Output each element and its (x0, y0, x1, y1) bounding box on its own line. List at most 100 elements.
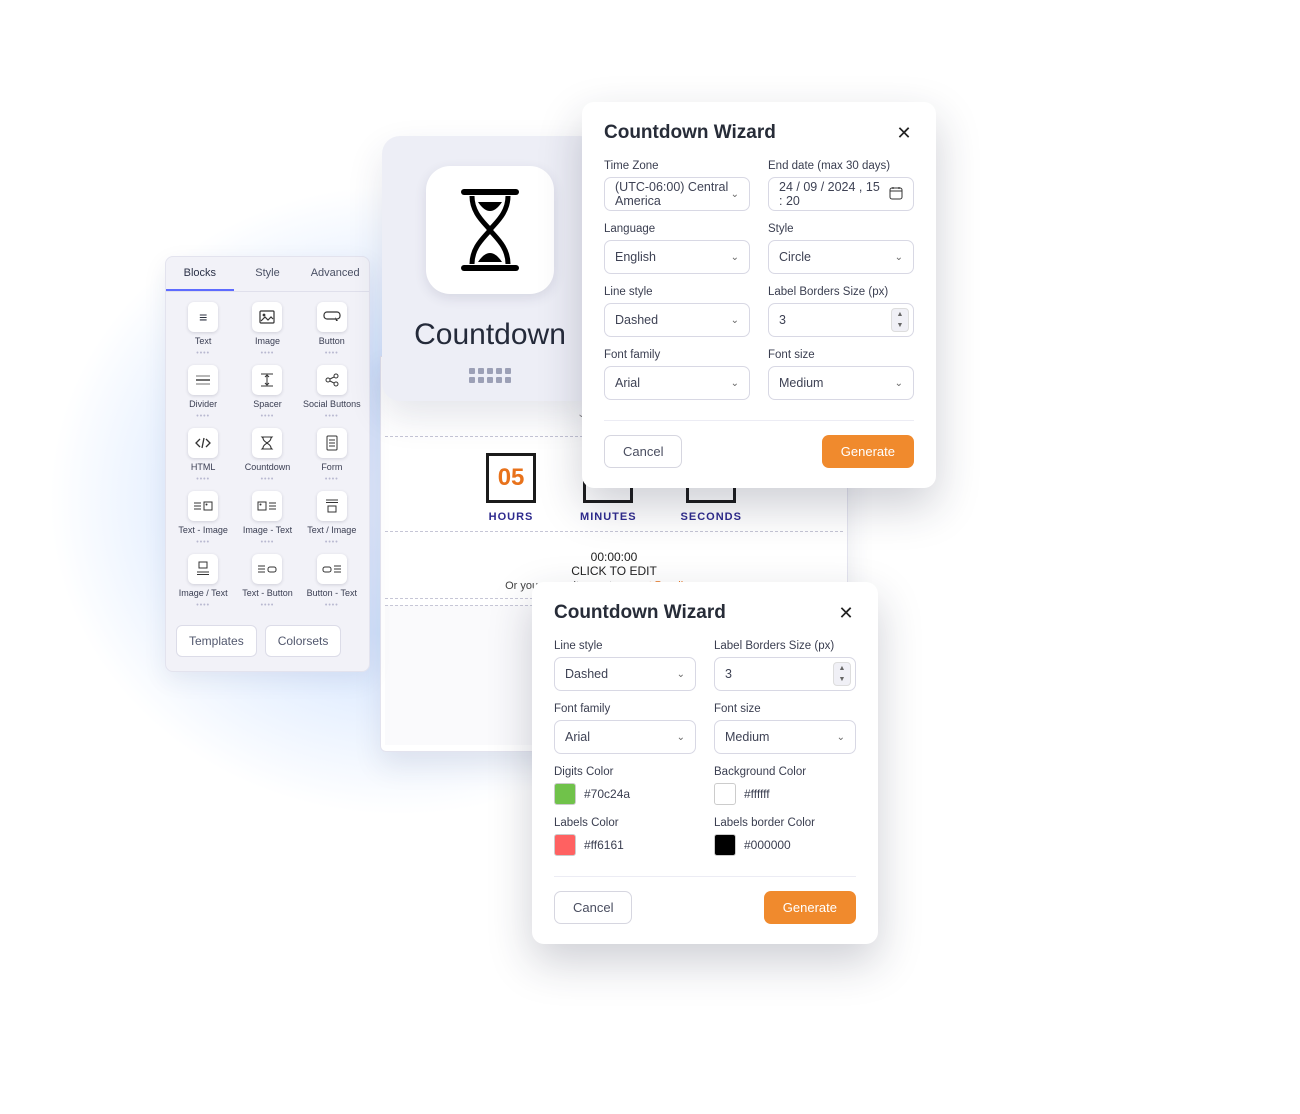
social-icon (317, 365, 347, 395)
seconds-label: SECONDS (681, 511, 742, 523)
button-text-icon (317, 554, 347, 584)
hourglass-icon (252, 428, 282, 458)
image-over-text-icon (188, 554, 218, 584)
bordersize-input[interactable]: 3 ▲▼ (768, 303, 914, 337)
zero-timer: 00:00:00 (385, 550, 843, 564)
labels-color-label: Labels Color (554, 817, 696, 829)
hours-label: HOURS (489, 511, 534, 523)
block-image-over-text[interactable]: Image / Text •••• (174, 554, 232, 609)
block-spacer[interactable]: Spacer •••• (238, 365, 296, 420)
fontsize-select[interactable]: Medium⌄ (768, 366, 914, 400)
calendar-icon (889, 186, 903, 203)
block-countdown[interactable]: Countdown •••• (238, 428, 296, 483)
cancel-button[interactable]: Cancel (554, 891, 632, 924)
style-label: Style (768, 223, 914, 235)
bg-color-hex: #ffffff (744, 787, 770, 801)
fontsize-label: Font size (714, 703, 856, 715)
block-image-text[interactable]: Image - Text •••• (238, 491, 296, 546)
form-icon (317, 428, 347, 458)
block-html[interactable]: HTML •••• (174, 428, 232, 483)
style-select[interactable]: Circle⌄ (768, 240, 914, 274)
labels-color-swatch[interactable] (554, 834, 576, 856)
enddate-label: End date (max 30 days) (768, 160, 914, 172)
text-over-image-icon (317, 491, 347, 521)
chevron-down-icon: ⌄ (677, 732, 685, 743)
linestyle-label: Line style (604, 286, 750, 298)
countdown-wizard-bottom: Countdown Wizard ✕ Line style Dashed⌄ La… (532, 582, 878, 944)
tab-advanced[interactable]: Advanced (301, 257, 369, 291)
labels-color-hex: #ff6161 (584, 838, 624, 852)
bordersize-label: Label Borders Size (px) (768, 286, 914, 298)
click-to-edit[interactable]: CLICK TO EDIT (385, 564, 843, 578)
close-icon[interactable]: ✕ (836, 603, 856, 623)
fontfamily-label: Font family (554, 703, 696, 715)
countdown-wizard-top: Countdown Wizard ✕ Time Zone (UTC-06:00)… (582, 102, 936, 488)
timezone-select[interactable]: (UTC-06:00) Central America ⌄ (604, 177, 750, 211)
button-icon (317, 302, 347, 332)
spacer-icon (252, 365, 282, 395)
tab-style[interactable]: Style (234, 257, 302, 291)
blocks-grid: ≡ Text •••• Image •••• Button •••• Divid… (166, 292, 369, 619)
block-image[interactable]: Image •••• (238, 302, 296, 357)
image-icon (252, 302, 282, 332)
block-social-buttons[interactable]: Social Buttons •••• (303, 365, 361, 420)
fontfamily-label: Font family (604, 349, 750, 361)
labels-border-color-swatch[interactable] (714, 834, 736, 856)
block-text-over-image[interactable]: Text / Image •••• (303, 491, 361, 546)
fontsize-label: Font size (768, 349, 914, 361)
blocks-panel: Blocks Style Advanced ≡ Text •••• Image … (165, 256, 370, 672)
enddate-input[interactable]: 24 / 09 / 2024 , 15 : 20 (768, 177, 914, 211)
digits-color-label: Digits Color (554, 766, 696, 778)
image-text-icon (252, 491, 282, 521)
wizard-title: Countdown Wizard (604, 122, 776, 144)
text-icon: ≡ (188, 302, 218, 332)
colorsets-button[interactable]: Colorsets (265, 625, 342, 657)
bg-color-label: Background Color (714, 766, 856, 778)
bordersize-label: Label Borders Size (px) (714, 640, 856, 652)
block-divider[interactable]: Divider •••• (174, 365, 232, 420)
fontsize-select[interactable]: Medium⌄ (714, 720, 856, 754)
chevron-down-icon: ⌄ (837, 732, 845, 743)
chevron-down-icon: ⌄ (731, 252, 739, 263)
block-form[interactable]: Form •••• (303, 428, 361, 483)
close-icon[interactable]: ✕ (894, 123, 914, 143)
text-button-icon (252, 554, 282, 584)
hourglass-large-icon (426, 166, 554, 294)
hours-box: 05 (486, 453, 536, 503)
generate-button[interactable]: Generate (764, 891, 856, 924)
labels-border-color-label: Labels border Color (714, 817, 856, 829)
tab-blocks[interactable]: Blocks (166, 257, 234, 291)
block-button[interactable]: Button •••• (303, 302, 361, 357)
generate-button[interactable]: Generate (822, 435, 914, 468)
labels-border-color-hex: #000000 (744, 838, 791, 852)
chevron-down-icon: ⌄ (731, 315, 739, 326)
fontfamily-select[interactable]: Arial⌄ (554, 720, 696, 754)
block-text-button[interactable]: Text - Button •••• (238, 554, 296, 609)
block-button-text[interactable]: Button - Text •••• (303, 554, 361, 609)
language-select[interactable]: English⌄ (604, 240, 750, 274)
cancel-button[interactable]: Cancel (604, 435, 682, 468)
chevron-down-icon: ⌄ (731, 189, 739, 200)
chevron-down-icon: ⌄ (677, 669, 685, 680)
language-label: Language (604, 223, 750, 235)
block-text[interactable]: ≡ Text •••• (174, 302, 232, 357)
block-text-image[interactable]: Text - Image •••• (174, 491, 232, 546)
linestyle-select[interactable]: Dashed⌄ (604, 303, 750, 337)
wizard-title: Countdown Wizard (554, 602, 726, 624)
number-spinner[interactable]: ▲▼ (833, 662, 851, 686)
timezone-label: Time Zone (604, 160, 750, 172)
linestyle-select[interactable]: Dashed⌄ (554, 657, 696, 691)
number-spinner[interactable]: ▲▼ (891, 308, 909, 332)
linestyle-label: Line style (554, 640, 696, 652)
drag-handle-icon[interactable] (469, 368, 511, 383)
templates-button[interactable]: Templates (176, 625, 257, 657)
chevron-down-icon: ⌄ (895, 378, 903, 389)
countdown-card-title: Countdown (414, 318, 566, 352)
countdown-block-card[interactable]: Countdown (382, 136, 598, 401)
chevron-down-icon: ⌄ (731, 378, 739, 389)
fontfamily-select[interactable]: Arial⌄ (604, 366, 750, 400)
digits-color-swatch[interactable] (554, 783, 576, 805)
bg-color-swatch[interactable] (714, 783, 736, 805)
html-icon (188, 428, 218, 458)
bordersize-input[interactable]: 3 ▲▼ (714, 657, 856, 691)
